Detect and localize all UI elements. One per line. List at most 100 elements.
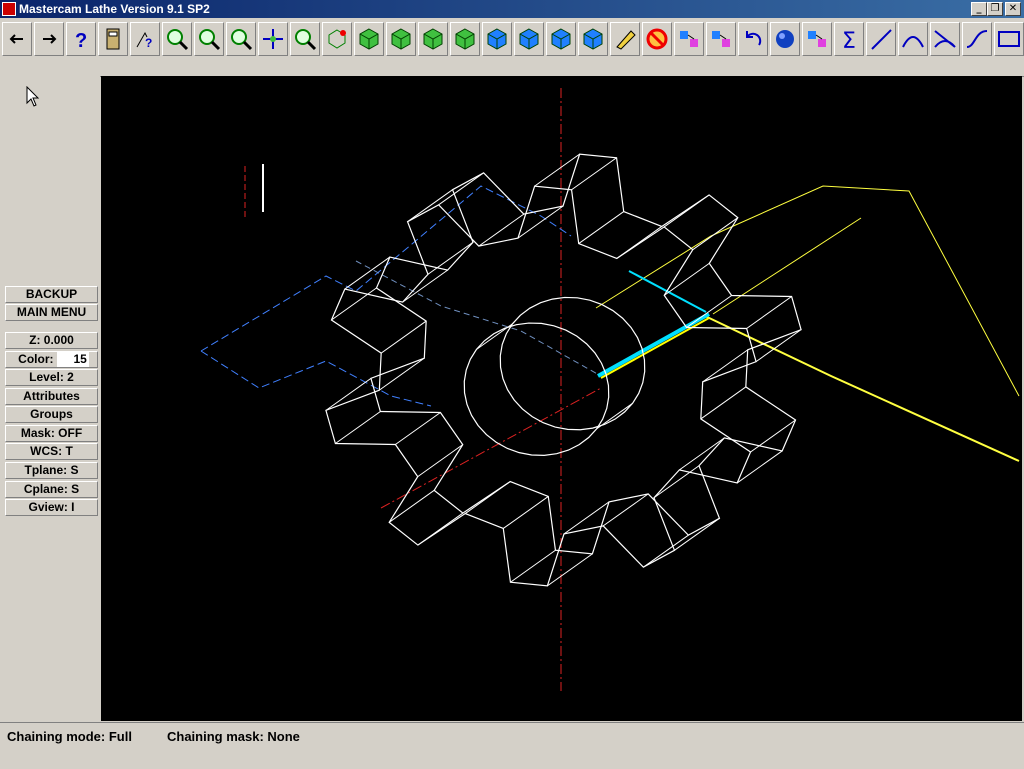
gear-edge-line [427,241,474,275]
gear-edge-line [335,411,381,444]
view-iso-icon [455,28,475,50]
groups-button[interactable]: Groups [5,406,98,423]
line-icon [871,29,892,50]
gear-edge-line [379,357,425,391]
undo-button[interactable] [738,22,768,56]
gear-edge-line [510,549,556,583]
attributes-button[interactable]: Attributes [5,388,98,405]
window-title: Mastercam Lathe Version 9.1 SP2 [19,2,210,16]
diagonal-axis-line [380,387,602,509]
trim-button[interactable] [930,22,960,56]
svg-text:Σ: Σ [842,29,856,51]
color-label: Color: [18,352,54,366]
gear-edge-line [380,320,427,354]
view-side-button[interactable] [418,22,448,56]
gear-edge-line [616,226,663,259]
analyze-button[interactable]: ? [130,22,160,56]
level-button[interactable]: Level: 2 [5,369,98,386]
cplane-side-button[interactable] [546,22,576,56]
line-button[interactable] [866,22,896,56]
mask-button[interactable]: Mask: OFF [5,425,98,442]
view-front-button[interactable] [386,22,416,56]
shade-button[interactable] [770,22,800,56]
zoom-previous-icon [231,29,253,51]
gear-edge-line [663,262,710,296]
svg-text:?: ? [145,36,152,50]
forward-arrow-button[interactable] [34,22,64,56]
zoom-previous-button[interactable] [226,22,256,56]
color-button[interactable]: Color: 15 [5,351,98,368]
title-bar: Mastercam Lathe Version 9.1 SP2 _ ❐ ✕ [0,0,1024,18]
back-arrow-button[interactable] [2,22,32,56]
gear-edge-line [653,465,700,499]
gear-edge-line [547,553,593,587]
trim-icon [934,30,956,48]
graphics-viewport[interactable] [101,76,1022,721]
highlight-path-upper [628,270,707,313]
rotate-button[interactable] [322,22,352,56]
window-zoom-button[interactable] [290,22,320,56]
cplane-top-button[interactable] [482,22,512,56]
arc-icon [902,36,924,48]
no-entry-button[interactable] [642,22,672,56]
help-icon: ? [75,30,87,51]
gear-back-face [370,153,802,555]
app-icon [2,2,16,16]
arc-button[interactable] [898,22,928,56]
gear-edge-line [746,296,792,329]
toolpath-lower [704,315,1020,462]
sidebar-menu: BACKUP MAIN MENU Z: 0.000 Color: 15 Leve… [0,76,100,721]
main-menu-button[interactable]: MAIN MENU [5,304,98,321]
cplane-3d-icon [583,28,603,50]
chain-button[interactable] [802,22,832,56]
gear-edge-line [686,295,732,328]
unzoom-button[interactable] [194,22,224,56]
cplane-3d-button[interactable] [578,22,608,56]
backup-button[interactable]: BACKUP [5,286,98,303]
view-iso-button[interactable] [450,22,480,56]
rectangle-button[interactable] [994,22,1024,56]
gear-edge-line [325,377,372,411]
gear-edge-line [395,412,441,445]
gear-body [325,153,802,587]
undo-icon [746,31,762,46]
wcs-button[interactable]: WCS: T [5,443,98,460]
gear-edge-line [692,217,739,251]
close-button[interactable]: ✕ [1005,2,1021,16]
view-side-icon [423,28,443,50]
spline-icon [966,30,988,48]
gear-edge-line [388,489,435,523]
spline-button[interactable] [962,22,992,56]
maximize-button[interactable]: ❐ [987,2,1003,16]
view-front-icon [391,28,411,50]
back-arrow-icon [9,34,23,44]
view-top-icon [359,28,379,50]
tplane-button[interactable]: Tplane: S [5,462,98,479]
pan-button[interactable] [258,22,288,56]
gear-edge-line [679,437,725,471]
xform-translate-button[interactable] [674,22,704,56]
hub-edge-line [596,402,633,430]
delete-button[interactable] [610,22,640,56]
zoom-icon [167,29,189,51]
pan-icon [263,29,283,49]
z-depth-button[interactable]: Z: 0.000 [5,332,98,349]
cplane-side-icon [551,28,571,50]
cplane-front-button[interactable] [514,22,544,56]
cplane-button[interactable]: Cplane: S [5,481,98,498]
help-button[interactable]: ? [66,22,96,56]
minimize-button[interactable]: _ [971,2,987,16]
view-top-button[interactable] [354,22,384,56]
calculator-button[interactable] [98,22,128,56]
xform-mirror-button[interactable] [706,22,736,56]
gear-edge-line [407,189,453,223]
rotate-icon [328,29,346,49]
forward-arrow-icon [43,34,57,44]
zoom-button[interactable] [162,22,192,56]
sum-button[interactable]: Σ [834,22,864,56]
gear-edge-line [674,517,720,551]
gear-front-face [325,185,757,587]
gview-button[interactable]: Gview: I [5,499,98,516]
gear-edge-line [700,386,747,420]
gear-edge-line [663,194,710,228]
